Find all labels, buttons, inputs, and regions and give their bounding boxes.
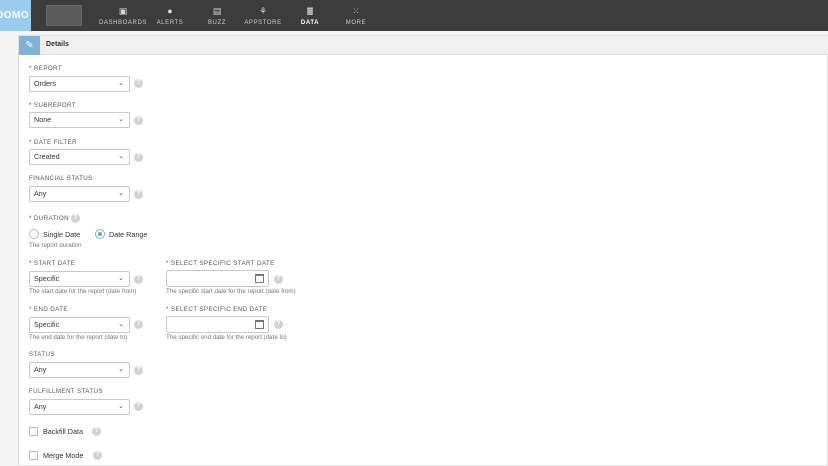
duration-label: * DURATION [29,215,69,222]
help-icon[interactable]: ? [134,79,143,88]
end-date-select[interactable]: Specific ⌄ [29,317,130,333]
date-filter-value: Created [34,152,60,161]
help-icon[interactable]: ? [274,320,283,329]
report-label: * REPORT [29,65,62,72]
start-date-label: * START DATE [29,260,76,267]
duration-hint: The report duration [29,242,82,249]
subreport-label: * SUBREPORT [29,102,76,109]
nav-more[interactable]: ⁙ MORE [326,6,386,26]
specific-end-input[interactable] [166,316,269,333]
report-select[interactable]: Orders ⌄ [29,76,130,92]
end-date-hint: The end date for the report (date to) [29,334,128,341]
chevron-down-icon: ⌄ [118,275,124,282]
end-date-label: * END DATE [29,306,68,313]
help-icon[interactable]: ? [134,320,143,329]
end-date-value: Specific [34,320,60,329]
fulfillment-status-label: FULFILLMENT STATUS [29,388,103,395]
merge-label[interactable]: Merge Mode [43,451,83,460]
company-logo[interactable] [46,5,82,26]
specific-end-hint: The specific end date for the report (da… [166,334,287,341]
single-date-label[interactable]: Single Date [43,230,80,239]
start-date-value: Specific [34,274,60,283]
help-icon[interactable]: ? [134,153,143,162]
specific-start-input[interactable] [166,270,269,287]
status-value: Any [34,365,47,374]
financial-status-select[interactable]: Any ⌄ [29,186,130,202]
pencil-icon[interactable]: ✎ [19,36,40,55]
subreport-select[interactable]: None ⌄ [29,112,130,128]
chevron-down-icon: ⌄ [118,153,124,160]
date-range-radio[interactable] [95,229,105,239]
specific-end-label: * SELECT SPECIFIC END DATE [166,306,268,313]
date-range-label[interactable]: Date Range [109,230,147,239]
subreport-value: None [34,115,52,124]
calendar-icon[interactable] [255,320,264,329]
help-icon[interactable]: ? [134,402,143,411]
financial-status-label: FINANCIAL STATUS [29,175,93,182]
card-title: Details [46,41,69,48]
status-select[interactable]: Any ⌄ [29,362,130,378]
status-label: STATUS [29,351,55,358]
chevron-down-icon: ⌄ [118,403,124,410]
card-header: ✎ Details [19,36,828,55]
grid-icon: ⁙ [352,6,360,16]
start-date-select[interactable]: Specific ⌄ [29,271,130,287]
top-nav: DOMO ▣ DASHBOARDS ● ALERTS ▤ BUZZ ⚘ APPS… [0,0,828,31]
chevron-down-icon: ⌄ [118,321,124,328]
chevron-down-icon: ⌄ [118,366,124,373]
fulfillment-status-select[interactable]: Any ⌄ [29,399,130,415]
chevron-down-icon: ⌄ [118,80,124,87]
date-filter-label: * DATE FILTER [29,139,77,146]
help-icon[interactable]: ? [93,451,102,460]
backfill-checkbox[interactable] [29,427,38,436]
logo-text: DOMO [0,10,30,21]
fulfillment-status-value: Any [34,402,47,411]
specific-start-label: * SELECT SPECIFIC START DATE [166,260,275,267]
help-icon[interactable]: ? [274,275,283,284]
specific-start-hint: The specific start date for the report (… [166,288,296,295]
backfill-label[interactable]: Backfill Data [43,427,83,436]
help-icon[interactable]: ? [134,190,143,199]
nav-label: MORE [345,20,367,26]
domo-logo[interactable]: DOMO [0,0,31,31]
help-icon[interactable]: ? [92,427,101,436]
date-filter-select[interactable]: Created ⌄ [29,149,130,165]
chevron-down-icon: ⌄ [118,116,124,123]
chevron-down-icon: ⌄ [118,190,124,197]
help-icon[interactable]: ? [134,275,143,284]
start-date-hint: The start date for the report (date from… [29,288,137,295]
single-date-radio[interactable] [29,229,39,239]
report-value: Orders [34,79,56,88]
help-icon[interactable]: ? [134,116,143,125]
help-icon[interactable]: ? [71,214,80,223]
help-icon[interactable]: ? [134,366,143,375]
calendar-icon[interactable] [255,274,264,283]
financial-status-value: Any [34,189,47,198]
merge-checkbox[interactable] [29,451,38,460]
